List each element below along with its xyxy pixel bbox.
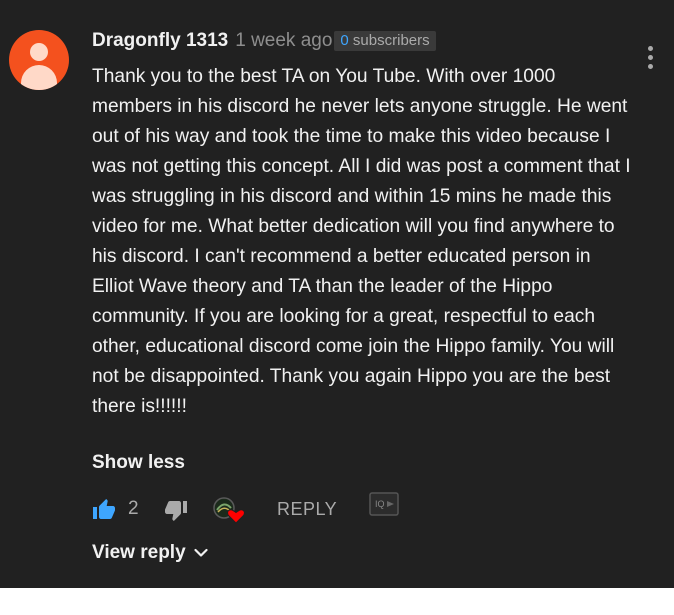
kebab-dot — [647, 55, 653, 60]
like-count: 2 — [128, 498, 139, 519]
subscriber-badge: 0 subscribers — [334, 31, 436, 51]
creator-heart-icon — [213, 497, 244, 524]
kebab-menu-icon[interactable] — [644, 46, 656, 74]
comment-actions: 2 REPLY IQ — [92, 492, 592, 526]
svg-text:IQ: IQ — [375, 499, 385, 509]
subscriber-count: 0 — [340, 32, 349, 49]
iq-extension-icon[interactable]: IQ — [369, 492, 399, 516]
kebab-dot — [647, 64, 653, 69]
comment-header: Dragonfly 1313 1 week ago 0 subscribers — [92, 30, 436, 52]
chevron-down-icon — [194, 548, 208, 557]
reply-button[interactable]: REPLY — [277, 499, 337, 520]
thumbs-up-icon[interactable] — [92, 498, 116, 522]
thumbs-down-icon[interactable] — [164, 498, 188, 522]
avatar[interactable] — [9, 30, 69, 90]
kebab-dot — [647, 46, 653, 51]
comment-text: Thank you to the best TA on You Tube. Wi… — [92, 66, 631, 417]
comment-panel: Dragonfly 1313 1 week ago 0 subscribers … — [0, 0, 674, 588]
view-reply-button[interactable]: View reply — [92, 542, 208, 564]
subscriber-label: subscribers — [348, 32, 430, 49]
view-reply-label: View reply — [92, 542, 186, 563]
avatar-body — [21, 65, 57, 90]
comment-timestamp[interactable]: 1 week ago — [235, 30, 332, 52]
show-less-button[interactable]: Show less — [92, 452, 185, 474]
author-name[interactable]: Dragonfly 1313 — [92, 30, 228, 52]
avatar-head — [30, 43, 48, 61]
